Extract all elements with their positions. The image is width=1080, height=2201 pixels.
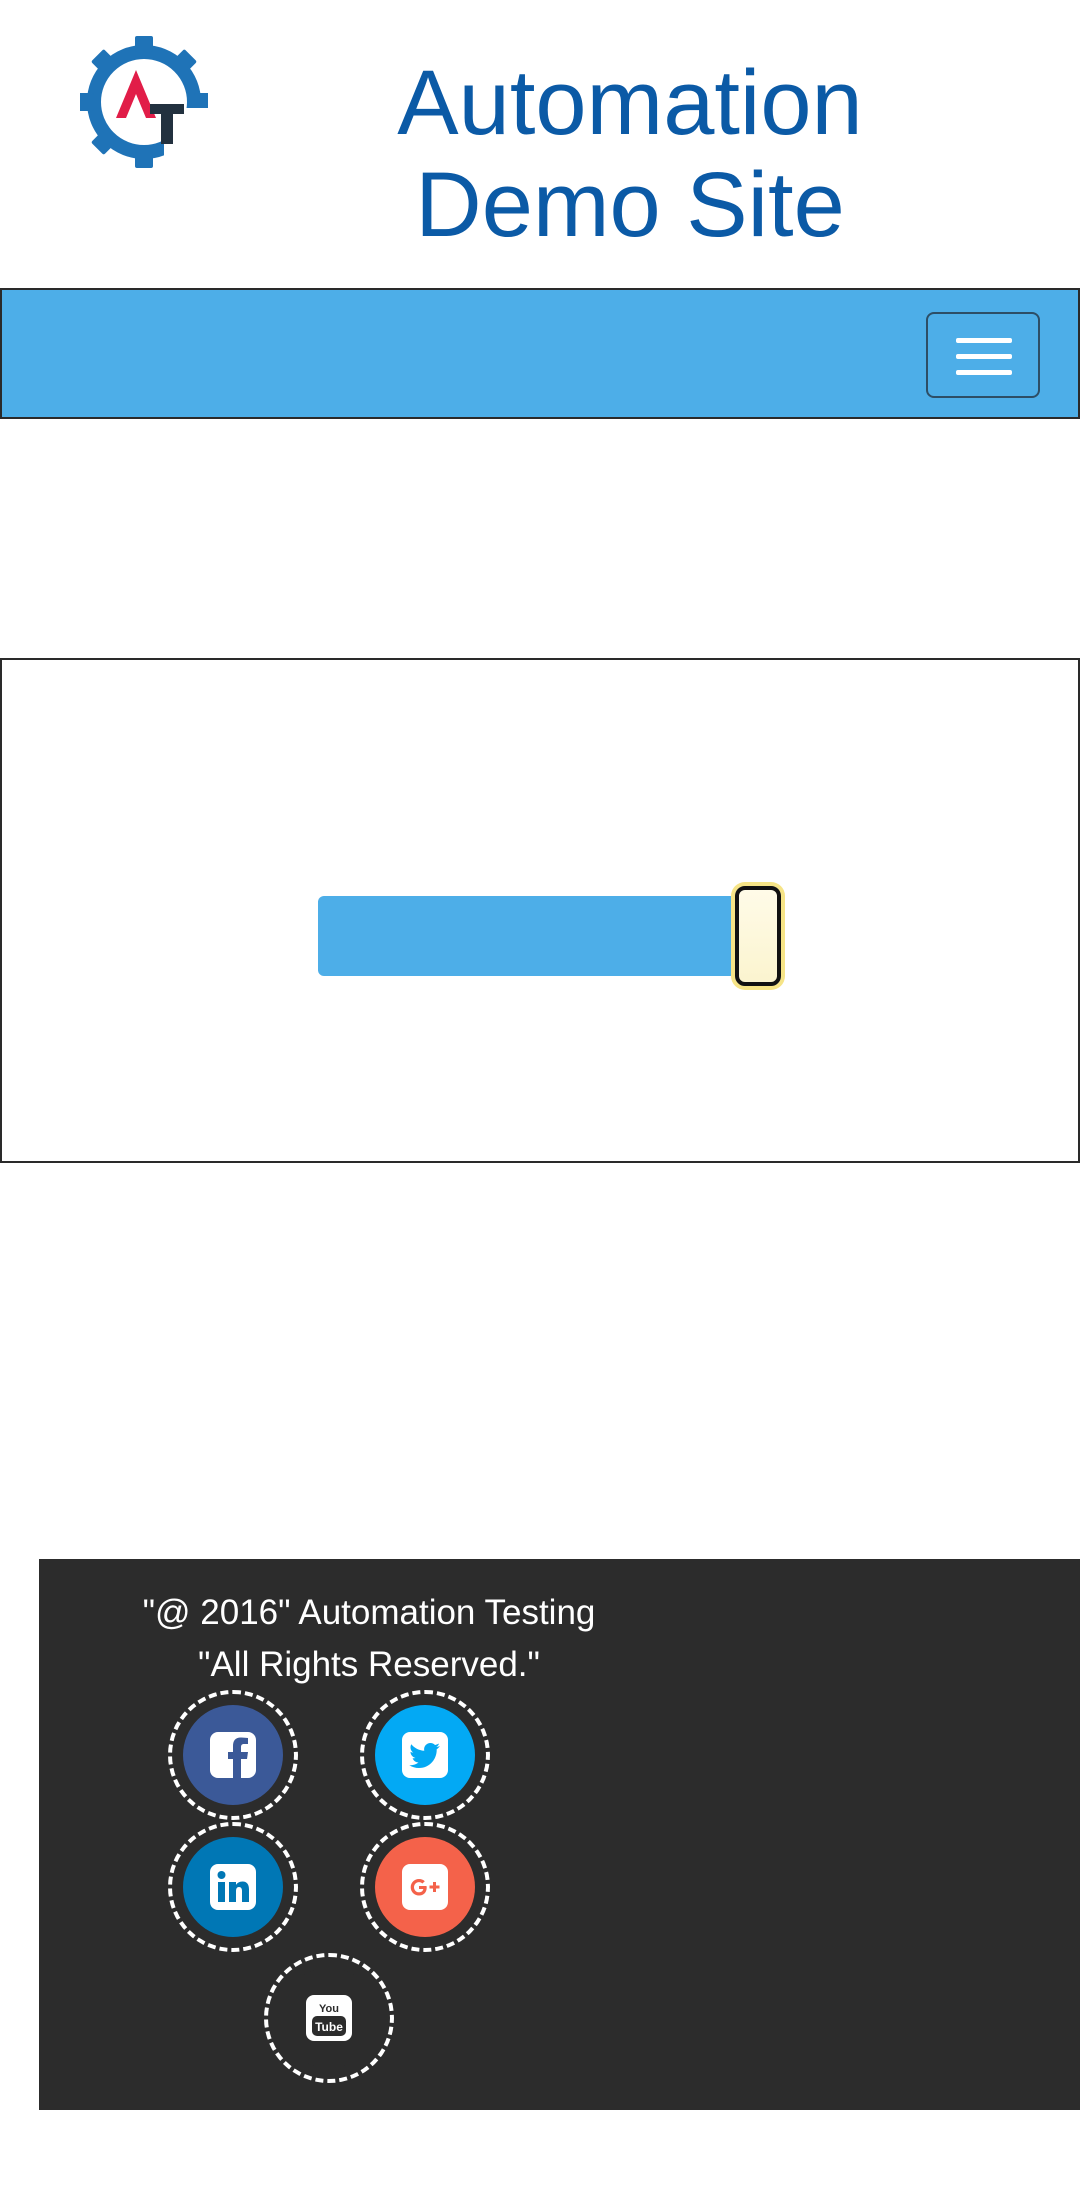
slider-track[interactable] <box>318 886 788 986</box>
twitter-icon <box>402 1732 448 1778</box>
youtube-icon: You Tube <box>306 1995 352 2041</box>
copyright-text: "@ 2016" Automation Testing "All Rights … <box>89 1587 649 1691</box>
site-title-line-1: Automation <box>397 52 863 154</box>
site-title-line-2: Demo Site <box>415 154 845 256</box>
facebook-link[interactable] <box>168 1690 298 1820</box>
gear-at-logo-icon[interactable] <box>80 36 208 172</box>
site-header: Automation Demo Site <box>0 0 1080 288</box>
google-plus-link[interactable] <box>360 1822 490 1952</box>
facebook-icon <box>210 1732 256 1778</box>
menu-toggle-button[interactable] <box>926 312 1040 398</box>
slider-handle[interactable] <box>735 886 782 986</box>
navbar <box>0 288 1080 419</box>
footer: "@ 2016" Automation Testing "All Rights … <box>39 1559 1080 2110</box>
svg-text:You: You <box>319 2003 339 2015</box>
linkedin-icon <box>210 1864 256 1910</box>
google-plus-icon <box>402 1864 448 1910</box>
twitter-link[interactable] <box>360 1690 490 1820</box>
copyright-line-2: "All Rights Reserved." <box>198 1645 540 1684</box>
linkedin-link[interactable] <box>168 1822 298 1952</box>
slider-range-fill <box>318 896 756 976</box>
copyright-line-1: "@ 2016" Automation Testing <box>142 1593 596 1632</box>
svg-text:Tube: Tube <box>315 2020 343 2034</box>
youtube-link[interactable]: You Tube <box>264 1953 394 2083</box>
slider-panel <box>0 658 1080 1163</box>
site-title: Automation Demo Site <box>330 52 930 256</box>
